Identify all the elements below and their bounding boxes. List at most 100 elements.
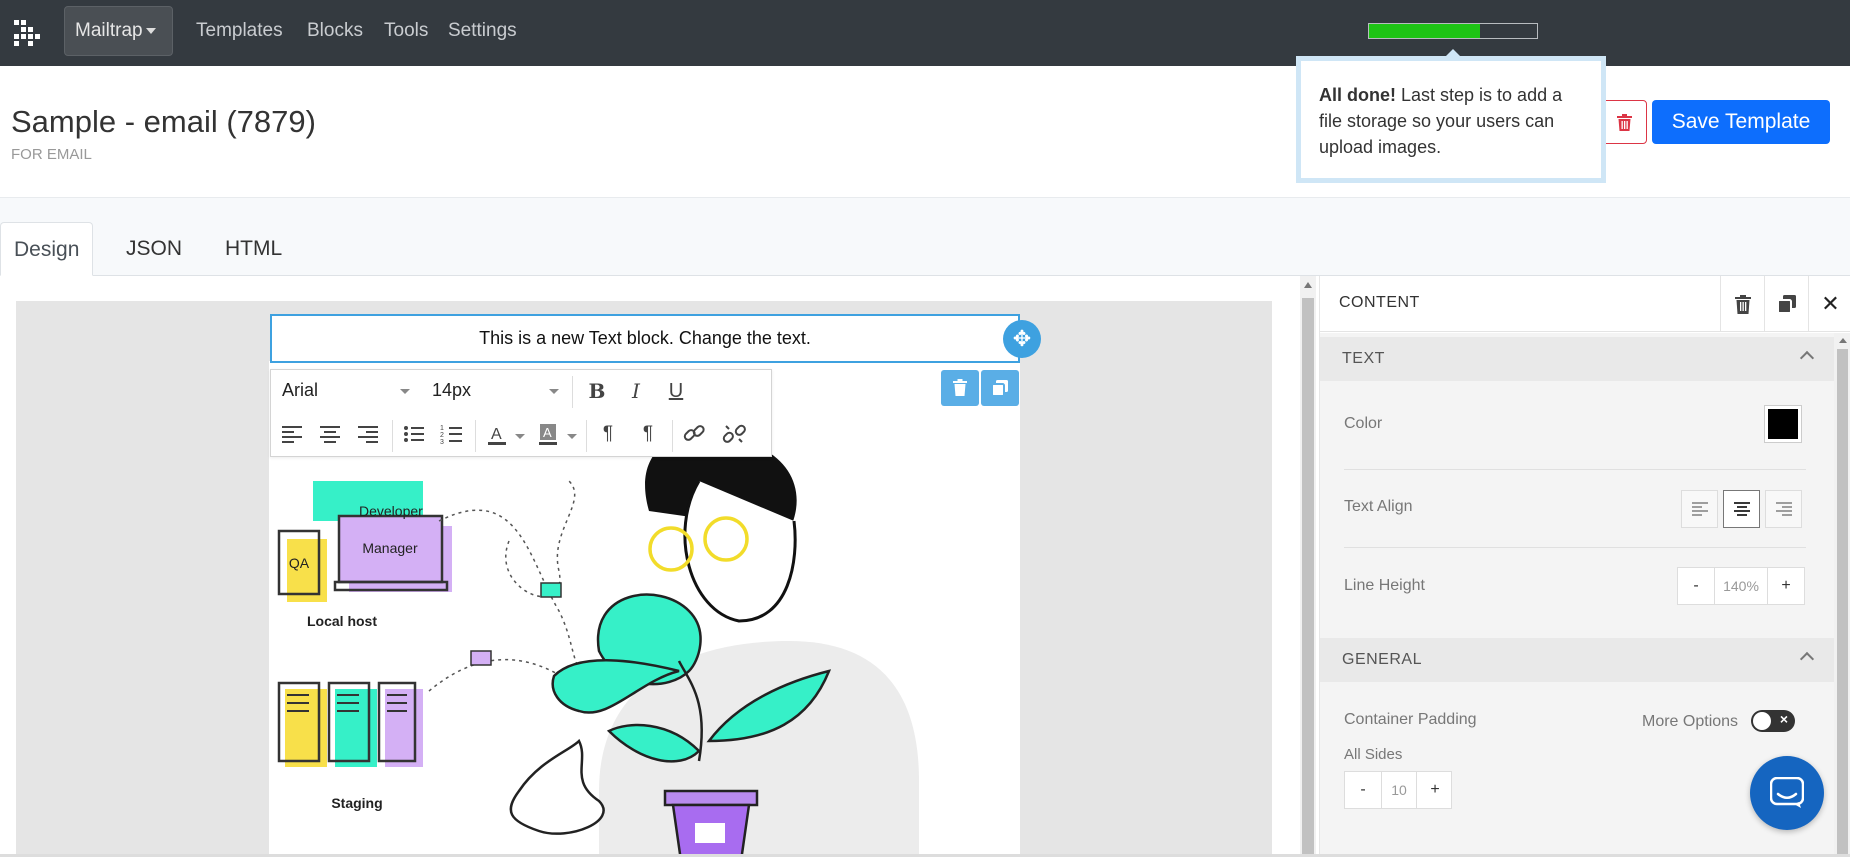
scroll-up-icon[interactable] (1304, 282, 1312, 288)
bullet-list-icon[interactable] (399, 419, 429, 449)
app-logo-icon[interactable] (14, 20, 40, 46)
delete-block-button[interactable] (941, 370, 979, 406)
divider (1344, 469, 1806, 470)
popover-arrow (1441, 49, 1465, 61)
chevron-down-icon (515, 434, 525, 439)
scrollbar-thumb[interactable] (1302, 298, 1314, 857)
toolbar-divider (392, 420, 393, 452)
nav-link-templates[interactable]: Templates (196, 20, 283, 42)
padding-decrease-button[interactable]: - (1345, 772, 1381, 808)
qa-label: QA (289, 555, 310, 571)
rtl-icon[interactable]: ¶ (633, 419, 663, 449)
toolbar-divider (672, 420, 673, 452)
chevron-up-icon[interactable] (1799, 651, 1815, 667)
delete-template-button[interactable] (1600, 100, 1647, 144)
nav-link-blocks[interactable]: Blocks (307, 20, 363, 42)
text-color-icon[interactable]: A (482, 419, 512, 449)
padding-stepper[interactable]: - 10 + (1344, 771, 1452, 809)
toolbar-divider (586, 420, 587, 452)
flight-path (428, 658, 570, 692)
svg-text:A: A (543, 425, 552, 440)
nav-link-settings[interactable]: Settings (448, 20, 517, 42)
line-height-label: Line Height (1344, 577, 1425, 594)
move-icon[interactable]: ✥ (1003, 320, 1041, 358)
general-section-header[interactable]: GENERAL (1320, 638, 1834, 682)
scroll-up-icon[interactable] (1839, 338, 1847, 343)
align-left-icon (1691, 502, 1708, 516)
duplicate-block-button[interactable] (981, 370, 1019, 406)
text-color-swatch[interactable] (1764, 405, 1802, 443)
pot-rim (663, 789, 759, 807)
staging-label: Staging (331, 795, 382, 811)
scrollbar-thumb[interactable] (1837, 349, 1848, 857)
close-icon[interactable]: ✕ (1808, 276, 1850, 332)
editor-tabs: Design JSON HTML (0, 198, 1850, 276)
svg-text:3: 3 (440, 439, 444, 446)
svg-text:A: A (491, 426, 502, 443)
close-icon: × (1779, 711, 1788, 727)
tab-html[interactable]: HTML (212, 222, 295, 276)
chevron-up-icon[interactable] (1799, 350, 1815, 366)
manager-label: Manager (362, 540, 418, 556)
toolbar-divider (475, 420, 476, 452)
line-height-decrease-button[interactable]: - (1678, 568, 1714, 604)
chat-launcher-button[interactable] (1750, 756, 1824, 830)
pot-envelope-icon (695, 823, 725, 843)
more-options-label: More Options (1642, 713, 1739, 730)
panel-delete-button[interactable] (1720, 276, 1764, 332)
trash-icon (953, 379, 967, 396)
link-icon[interactable] (679, 419, 709, 449)
align-right-icon (1775, 502, 1792, 516)
selected-text-block[interactable]: This is a new Text block. Change the tex… (270, 314, 1020, 363)
align-center-icon[interactable] (315, 419, 345, 449)
underline-icon[interactable]: U (661, 376, 691, 406)
text-section-title: TEXT (1342, 350, 1385, 367)
chat-icon (1770, 777, 1804, 808)
canvas-scrollbar[interactable] (1300, 276, 1316, 857)
align-right-icon[interactable] (353, 419, 383, 449)
color-swatch-fill (1768, 409, 1798, 439)
tab-json[interactable]: JSON (113, 222, 195, 276)
align-center-icon (1733, 502, 1750, 516)
tab-design[interactable]: Design (0, 222, 94, 276)
more-options-toggle[interactable]: × (1751, 710, 1795, 732)
panel-scrollbar[interactable] (1834, 333, 1850, 857)
padding-increase-button[interactable]: + (1417, 772, 1453, 808)
align-right-button[interactable] (1765, 490, 1802, 528)
server-1-fill (285, 689, 327, 767)
align-left-button[interactable] (1681, 490, 1718, 528)
trash-icon (1617, 114, 1632, 131)
copy-icon (991, 380, 1008, 397)
bold-icon[interactable]: B (582, 376, 612, 406)
project-dropdown-button[interactable]: Mailtrap (64, 6, 173, 56)
nav-link-tools[interactable]: Tools (384, 20, 428, 42)
font-size-select[interactable]: 14px (432, 380, 471, 401)
chevron-down-icon (567, 434, 577, 439)
panel-duplicate-button[interactable] (1764, 276, 1808, 332)
chevron-down-icon (549, 389, 559, 394)
font-family-select[interactable]: Arial (282, 380, 318, 401)
line-height-value[interactable]: 140% (1714, 568, 1768, 604)
align-left-icon[interactable] (277, 419, 307, 449)
text-align-label: Text Align (1344, 498, 1413, 515)
line-height-increase-button[interactable]: + (1768, 568, 1804, 604)
divider (1344, 547, 1806, 548)
align-center-button[interactable] (1723, 490, 1760, 528)
save-template-button[interactable]: Save Template (1652, 100, 1830, 144)
onboarding-popover[interactable]: All done! Last step is to add a file sto… (1296, 49, 1606, 183)
italic-icon[interactable]: I (621, 376, 651, 406)
server-2-fill (335, 689, 377, 767)
ltr-icon[interactable]: ¶ (593, 419, 623, 449)
padding-value[interactable]: 10 (1381, 772, 1417, 808)
page-title: Sample - email (7879) (11, 104, 316, 139)
unlink-icon[interactable] (719, 419, 749, 449)
color-label: Color (1344, 415, 1383, 432)
all-sides-label: All Sides (1344, 746, 1403, 763)
background-color-icon[interactable]: A (533, 419, 563, 449)
container-padding-label: Container Padding (1344, 711, 1477, 728)
panel-title: CONTENT (1339, 294, 1420, 311)
line-height-stepper[interactable]: - 140% + (1677, 567, 1805, 605)
text-section-header[interactable]: TEXT (1320, 337, 1834, 381)
setup-progress-bar[interactable] (1368, 23, 1538, 39)
numbered-list-icon[interactable]: 123 (437, 419, 467, 449)
